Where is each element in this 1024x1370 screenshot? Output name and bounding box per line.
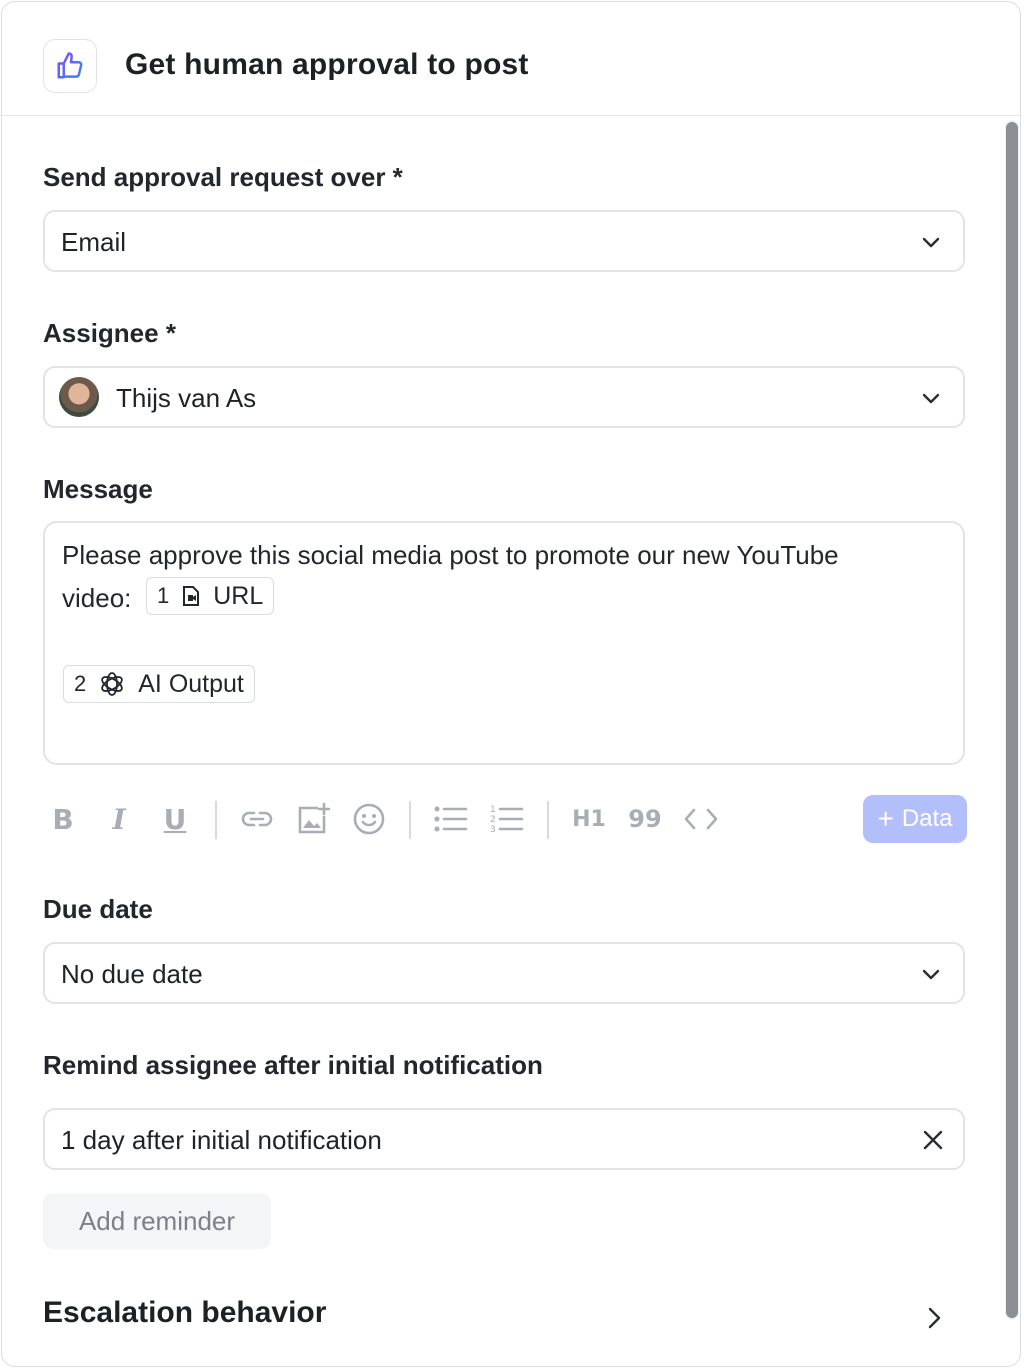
underline-button[interactable]: U [157,801,193,837]
insert-data-button[interactable]: + Data [863,795,967,843]
channel-value: Email [61,227,127,257]
chip-number: 2 [74,671,87,696]
link-button[interactable] [239,801,275,837]
italic-button[interactable]: I [101,801,137,837]
data-chip-ai-output[interactable]: 2 AI Output [63,665,255,703]
due-date-select[interactable]: No due date [43,942,965,1004]
image-button[interactable] [295,801,331,837]
bullet-list-icon [434,806,468,832]
scrollbar-track[interactable] [1005,120,1019,1320]
data-chip-url[interactable]: 1 URL [146,577,275,615]
emoji-button[interactable] [351,801,387,837]
bold-button[interactable]: B [45,801,81,837]
reminder-label: Remind assignee after initial notificati… [43,1050,543,1080]
numbered-list-button[interactable]: 123 [489,801,525,837]
svg-text:2: 2 [490,815,496,825]
link-icon [241,811,273,827]
openai-icon [101,672,123,696]
chevron-down-icon [922,969,940,980]
scrollbar-thumb[interactable] [1006,122,1018,1318]
bold-icon: B [52,802,74,836]
code-icon [684,808,718,830]
chevron-down-icon [922,393,940,404]
message-text-prefix: video: [62,583,132,613]
underline-icon: U [163,802,187,836]
code-button[interactable] [683,801,719,837]
plus-icon: + [877,803,894,834]
chevron-down-icon [922,237,940,248]
panel-header: Get human approval to post [2,2,1020,116]
assignee-value: Thijs van As [116,383,257,413]
emoji-icon [353,803,385,835]
insert-data-label: Data [901,805,953,832]
italic-icon: I [112,802,126,836]
assignee-label: Assignee * [43,318,176,348]
svg-text:1: 1 [490,805,496,815]
escalation-behavior-section[interactable]: Escalation behavior [43,1296,326,1330]
quote-icon: 99 [628,805,662,833]
toolbar-divider [547,801,549,839]
channel-label: Send approval request over * [43,162,403,192]
chip-number: 1 [157,583,170,608]
message-text-line: Please approve this social media post to… [62,540,839,570]
message-editor[interactable]: Please approve this social media post to… [43,521,965,765]
reminder-field[interactable]: 1 day after initial notification [43,1108,965,1170]
due-date-label: Due date [43,894,153,924]
due-date-value: No due date [61,959,203,989]
numbered-list-icon: 123 [490,805,524,834]
close-icon[interactable] [921,1128,945,1152]
message-label: Message [43,474,153,504]
toolbar-divider [215,801,217,839]
thumbs-up-icon [43,39,97,93]
avatar [59,377,99,417]
chip-label: URL [213,581,264,610]
quote-button[interactable]: 99 [627,801,663,837]
add-image-icon [298,802,330,834]
approval-step-panel: Get human approval to post Send approval… [1,1,1021,1367]
assignee-select[interactable]: Thijs van As [43,366,965,428]
svg-text:3: 3 [490,825,496,834]
formatting-toolbar: B I U 1 2 3 H1 99 + Data [43,795,967,845]
chip-label: AI Output [138,669,244,698]
file-video-icon [183,586,200,606]
page-title: Get human approval to post [125,48,529,81]
heading-icon: H1 [572,806,606,832]
heading-button[interactable]: H1 [571,801,607,837]
channel-select[interactable]: Email [43,210,965,272]
reminder-value: 1 day after initial notification [61,1125,382,1155]
toolbar-divider [409,801,411,839]
chevron-right-icon[interactable] [923,1305,945,1331]
bullet-list-button[interactable] [433,801,469,837]
add-reminder-button[interactable]: Add reminder [43,1193,271,1249]
